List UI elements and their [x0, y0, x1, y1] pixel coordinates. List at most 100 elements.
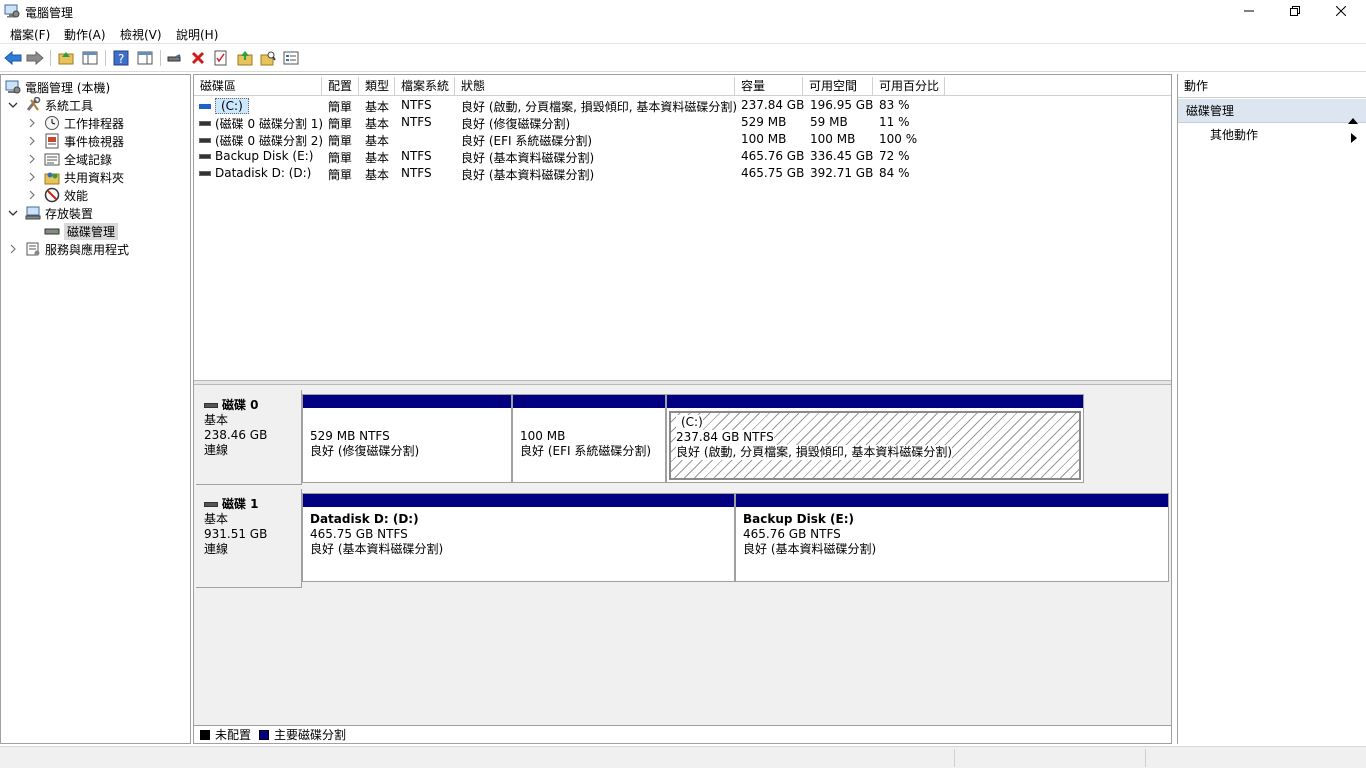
column-header-capacity[interactable]: 容量 — [735, 77, 803, 96]
forward-arrow-icon — [26, 51, 44, 65]
chevron-right-icon[interactable] — [26, 189, 38, 201]
show-hide-action-pane-button[interactable] — [135, 49, 155, 67]
legend-label-primary: 主要磁碟分割 — [274, 728, 347, 742]
volume-icon — [199, 138, 211, 143]
column-header-status[interactable]: 狀態 — [455, 77, 735, 96]
column-header-layout[interactable]: 配置 — [322, 77, 359, 96]
close-icon — [1336, 6, 1346, 16]
properties-button[interactable] — [211, 49, 231, 67]
menu-bar: 檔案(F) 動作(A) 檢視(V) 說明(H) — [0, 22, 1366, 44]
chevron-down-icon[interactable] — [7, 99, 19, 111]
minimize-icon — [1244, 10, 1254, 12]
actions-header: 動作 — [1178, 74, 1366, 98]
tree-item-system-tools[interactable]: 系統工具 — [7, 96, 93, 114]
help-button[interactable]: ? — [111, 49, 131, 67]
action-pane-icon — [137, 51, 153, 65]
toolbar: ? — [0, 45, 1366, 72]
toolbar-separator — [160, 50, 161, 66]
console-tree-icon — [82, 51, 98, 65]
menu-view[interactable]: 檢視(V) — [120, 26, 162, 43]
import-button[interactable] — [235, 49, 255, 67]
chevron-right-icon[interactable] — [26, 117, 38, 129]
column-header-percent-free[interactable]: 可用百分比 — [873, 77, 945, 96]
column-header-free-space[interactable]: 可用空間 — [803, 77, 873, 96]
tree-item-performance[interactable]: 效能 — [26, 186, 88, 204]
volume-row[interactable]: Backup Disk (E:) 簡單 基本 NTFS 良好 (基本資料磁碟分割… — [194, 148, 1171, 165]
partition-e-drive[interactable]: Backup Disk (E:) 465.76 GB NTFS 良好 (基本資料… — [735, 493, 1169, 582]
window-title: 電腦管理 — [25, 6, 74, 20]
partition-efi[interactable]: 100 MB 良好 (EFI 系統磁碟分割) — [512, 394, 666, 483]
search-button[interactable] — [258, 49, 278, 67]
checklist-icon — [214, 50, 227, 66]
volume-icon — [199, 170, 211, 176]
help-icon: ? — [113, 50, 129, 66]
disk-icon — [44, 223, 60, 239]
delete-button[interactable] — [188, 49, 208, 67]
actions-section-disk-management[interactable]: 磁碟管理 — [1178, 99, 1366, 124]
volume-icon — [199, 121, 211, 126]
svg-text:?: ? — [118, 52, 124, 66]
more-actions-item[interactable]: 其他動作 — [1178, 126, 1366, 144]
volume-row[interactable]: (C:) 簡單 基本 NTFS 良好 (啟動, 分頁檔案, 損毀傾印, 基本資料… — [194, 97, 1171, 114]
column-header-volume[interactable]: 磁碟區 — [194, 77, 322, 96]
title-bar: 電腦管理 — [0, 0, 1366, 22]
event-viewer-icon — [44, 133, 60, 149]
close-button[interactable] — [1318, 0, 1364, 22]
storage-icon — [25, 205, 41, 221]
disk-graphical-view: 磁碟 0 基本 238.46 GB 連線 529 MB NTFS 良好 (修復磁… — [194, 385, 1171, 725]
computer-management-window: 電腦管理 檔案(F) 動作(A) 檢視(V) 說明(H) ? 電腦管理 (本機)… — [0, 0, 1366, 768]
volume-row[interactable]: Datadisk D: (D:) 簡單 基本 NTFS 良好 (基本資料磁碟分割… — [194, 165, 1171, 182]
tree-item-storage[interactable]: 存放裝置 — [7, 204, 93, 222]
chevron-right-icon[interactable] — [7, 243, 19, 255]
console-view-button[interactable] — [281, 49, 301, 67]
tree-item-disk-management[interactable]: 磁碟管理 — [44, 222, 119, 240]
back-arrow-icon — [4, 51, 22, 65]
back-button[interactable] — [3, 49, 23, 67]
volume-row[interactable]: (磁碟 0 磁碟分割 2) 簡單 基本 良好 (EFI 系統磁碟分割) 100 … — [194, 131, 1171, 148]
legend-label-unallocated: 未配置 — [215, 728, 252, 742]
partition-d-drive[interactable]: Datadisk D: (D:) 465.75 GB NTFS 良好 (基本資料… — [302, 493, 735, 582]
clock-icon — [44, 115, 60, 131]
tree-item-computer-management[interactable]: 電腦管理 (本機) — [5, 78, 110, 96]
delete-x-icon — [191, 51, 205, 65]
disk-1-label[interactable]: 磁碟 1 基本 931.51 GB 連線 — [196, 489, 302, 588]
minimize-button[interactable] — [1226, 0, 1272, 22]
forward-button[interactable] — [25, 49, 45, 67]
tree-item-services-and-apps[interactable]: 服務與應用程式 — [7, 240, 129, 258]
tree-item-event-viewer[interactable]: 事件檢視器 — [26, 132, 124, 150]
show-hide-tree-button[interactable] — [80, 49, 100, 67]
connect-disk-button[interactable] — [164, 49, 184, 67]
restore-icon — [1290, 6, 1300, 16]
search-folder-icon — [260, 51, 276, 66]
partition-recovery[interactable]: 529 MB NTFS 良好 (修復磁碟分割) — [302, 394, 512, 483]
disk-icon — [204, 403, 218, 408]
chevron-right-icon[interactable] — [26, 153, 38, 165]
partition-bar — [736, 494, 1168, 507]
volume-row[interactable]: (磁碟 0 磁碟分割 1) 簡單 基本 NTFS 良好 (修復磁碟分割) 529… — [194, 114, 1171, 131]
menu-action[interactable]: 動作(A) — [64, 26, 106, 43]
volume-icon — [199, 153, 211, 159]
performance-icon — [44, 187, 60, 203]
menu-help[interactable]: 說明(H) — [176, 26, 218, 43]
folder-up-icon — [58, 52, 74, 65]
column-header-type[interactable]: 類型 — [359, 77, 395, 96]
shared-folders-icon — [44, 151, 60, 167]
tree-item-shared-folders[interactable]: 共用資料夾 — [26, 168, 124, 186]
chevron-down-icon[interactable] — [7, 207, 19, 219]
restore-button[interactable] — [1272, 0, 1318, 22]
column-header-filesystem[interactable]: 檔案系統 — [395, 77, 455, 96]
disk-0-label[interactable]: 磁碟 0 基本 238.46 GB 連線 — [196, 390, 302, 485]
partition-c-drive[interactable]: (C:) 237.84 GB NTFS 良好 (啟動, 分頁檔案, 損毀傾印, … — [666, 394, 1084, 483]
chevron-right-icon[interactable] — [26, 171, 38, 183]
console-tree: 電腦管理 (本機) 系統工具 工作排程器 事件檢視器 全域記錄 共用資料夾 效能… — [0, 74, 191, 744]
legend: 未配置 主要磁碟分割 — [194, 725, 1171, 743]
chevron-right-icon[interactable] — [26, 135, 38, 147]
partition-bar — [513, 395, 665, 408]
up-folder-button[interactable] — [56, 49, 76, 67]
submenu-arrow-icon — [1351, 130, 1357, 148]
legend-swatch-primary — [259, 729, 270, 740]
tree-item-global-logs[interactable]: 全域記錄 — [26, 150, 112, 168]
status-bar — [0, 746, 1366, 768]
menu-file[interactable]: 檔案(F) — [10, 26, 50, 43]
tree-item-task-scheduler[interactable]: 工作排程器 — [26, 114, 124, 132]
